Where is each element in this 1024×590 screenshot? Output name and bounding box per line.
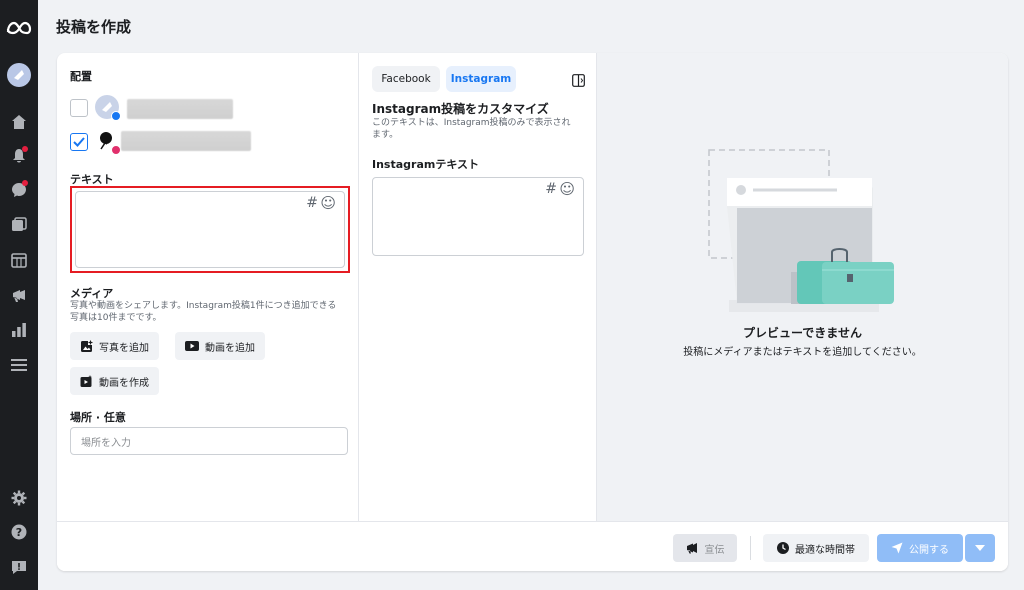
publish-label: 公開する — [909, 544, 949, 556]
send-icon — [891, 542, 903, 554]
notifications-icon[interactable] — [0, 146, 38, 166]
home-icon[interactable] — [0, 112, 38, 132]
add-photo-label: 写真を追加 — [99, 342, 149, 354]
post-text-input[interactable]: # ☺ — [75, 191, 345, 268]
preview-placeholder-illustration — [708, 149, 894, 312]
clock-icon — [777, 542, 789, 554]
instagram-text-input[interactable]: # ☺ — [372, 177, 584, 256]
footer-divider — [750, 536, 751, 560]
video-create-icon — [80, 374, 93, 387]
best-time-button[interactable]: 最適な時間帯 — [763, 534, 869, 562]
ads-icon[interactable] — [0, 285, 38, 305]
location-input[interactable]: 場所を入力 — [70, 427, 348, 455]
create-post-card: 配置 テキスト # ☺ メディア 写真や動画をシェアします。Instagram投… — [57, 53, 1008, 571]
boost-label: 宣伝 — [704, 544, 725, 556]
message-dot — [22, 180, 28, 186]
megaphone-icon — [686, 543, 697, 554]
page-avatar-icon[interactable] — [0, 62, 38, 88]
add-video-label: 動画を追加 — [205, 342, 255, 354]
collapse-panel-icon[interactable] — [572, 72, 585, 91]
media-hint-line2: 写真は10件までです。 — [70, 313, 162, 323]
create-video-label: 動画を作成 — [99, 377, 149, 389]
customize-column: Facebook Instagram Instagram投稿をカスタマイズ この… — [359, 53, 597, 521]
settings-icon[interactable] — [0, 488, 38, 508]
best-time-label: 最適な時間帯 — [795, 544, 855, 556]
left-nav: ? — [0, 0, 38, 590]
customize-desc-line2: ます。 — [372, 130, 399, 140]
hashtag-icon[interactable]: # — [306, 195, 318, 211]
tab-facebook[interactable]: Facebook — [372, 66, 440, 92]
media-label: メディア — [70, 287, 114, 300]
footer-bar: 宣伝 最適な時間帯 公開する — [57, 521, 1008, 571]
publish-options-dropdown[interactable] — [965, 534, 995, 562]
emoji-icon[interactable]: ☺ — [320, 194, 336, 212]
facebook-account-checkbox[interactable] — [70, 99, 88, 117]
report-icon[interactable] — [0, 557, 38, 577]
hashtag-icon[interactable]: # — [545, 181, 557, 197]
text-label: テキスト — [70, 173, 114, 186]
placement-label: 配置 — [70, 70, 92, 83]
instagram-badge-icon — [111, 145, 121, 155]
tab-instagram[interactable]: Instagram — [446, 66, 516, 92]
add-photo-button[interactable]: 写真を追加 — [70, 332, 159, 360]
boost-button[interactable]: 宣伝 — [673, 534, 737, 562]
compose-column: 配置 テキスト # ☺ メディア 写真や動画をシェアします。Instagram投… — [57, 53, 359, 521]
chevron-down-icon — [975, 545, 985, 551]
photo-add-icon — [81, 339, 93, 352]
help-icon[interactable]: ? — [0, 522, 38, 542]
emoji-icon[interactable]: ☺ — [559, 180, 575, 198]
preview-title: プレビューできません — [743, 326, 862, 340]
facebook-account-name-redacted — [127, 99, 233, 119]
meta-logo-icon[interactable] — [0, 18, 38, 38]
insights-icon[interactable] — [0, 320, 38, 340]
menu-icon[interactable] — [0, 355, 38, 375]
media-hint-line1: 写真や動画をシェアします。Instagram投稿1件につき追加できる — [70, 301, 337, 311]
content-icon[interactable] — [0, 215, 38, 235]
text-area-highlight: # ☺ — [70, 186, 350, 273]
messages-icon[interactable] — [0, 180, 38, 200]
publish-button[interactable]: 公開する — [877, 534, 963, 562]
preview-column: プレビューできません 投稿にメディアまたはテキストを追加してください。 — [597, 53, 1008, 521]
notification-dot — [22, 146, 28, 152]
instagram-text-label: Instagramテキスト — [372, 158, 480, 171]
location-label: 場所 · 任意 — [70, 411, 126, 424]
facebook-badge-icon — [111, 111, 121, 121]
create-video-button[interactable]: 動画を作成 — [70, 367, 159, 395]
preview-subtitle: 投稿にメディアまたはテキストを追加してください。 — [683, 347, 922, 358]
planner-icon[interactable] — [0, 250, 38, 270]
svg-text:?: ? — [16, 526, 22, 539]
instagram-account-name-redacted — [121, 131, 251, 151]
video-play-icon — [185, 341, 199, 351]
instagram-account-checkbox[interactable] — [70, 133, 88, 151]
customize-title: Instagram投稿をカスタマイズ — [372, 102, 549, 116]
add-video-button[interactable]: 動画を追加 — [175, 332, 265, 360]
customize-desc-line1: このテキストは、Instagram投稿のみで表示され — [372, 118, 571, 128]
page-title: 投稿を作成 — [56, 18, 132, 36]
